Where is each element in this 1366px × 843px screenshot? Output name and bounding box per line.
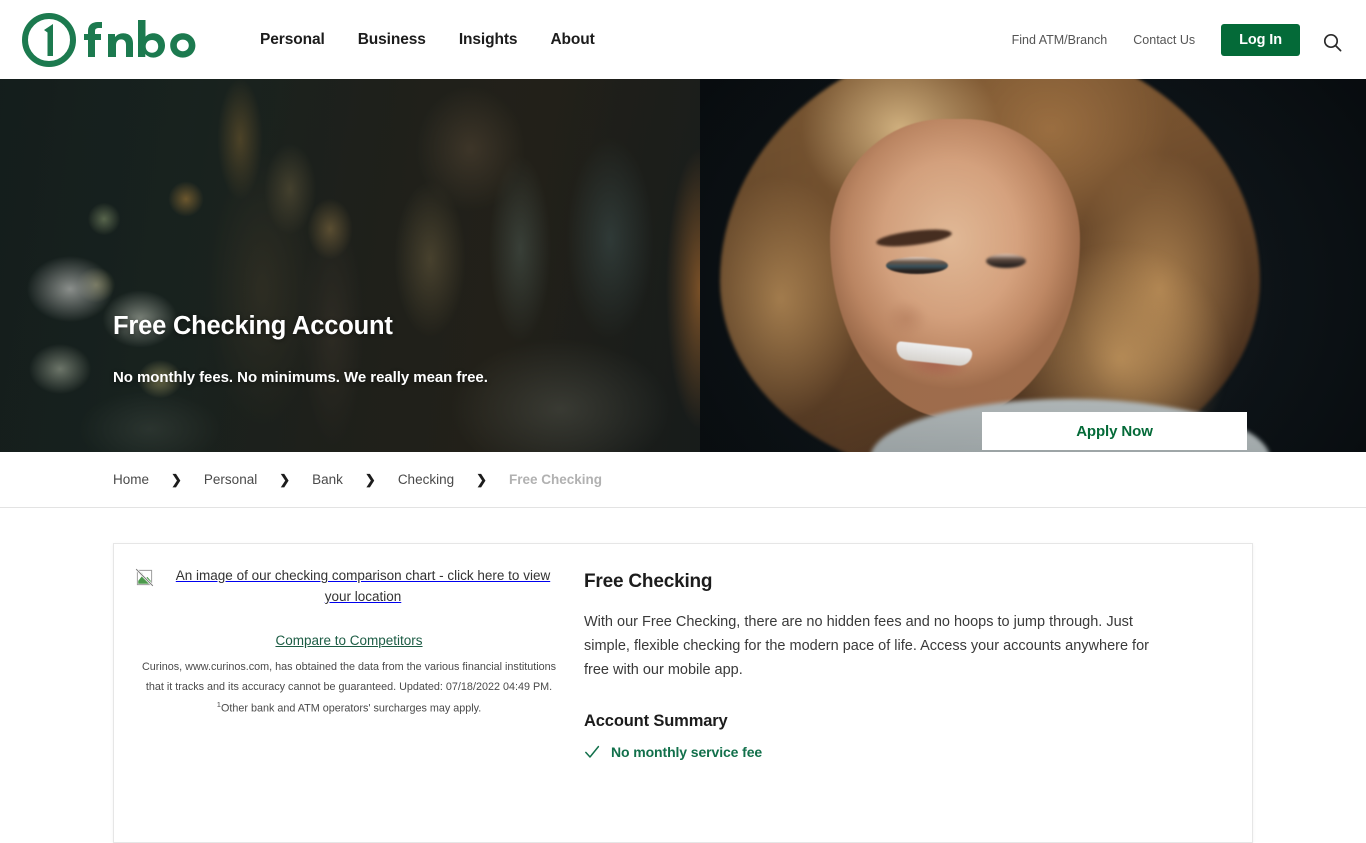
breadcrumb-item-home[interactable]: Home <box>113 472 149 487</box>
hero-copy: Free Checking Account No monthly fees. N… <box>113 311 488 386</box>
log-in-button[interactable]: Log In <box>1221 23 1300 56</box>
account-summary-heading: Account Summary <box>584 712 728 731</box>
site-header: Personal Business Insights About Find AT… <box>0 0 1366 79</box>
product-details-panel: Free Checking With our Free Checking, th… <box>584 544 1252 842</box>
hero-title: Free Checking Account <box>113 312 393 340</box>
list-item: No monthly service fee <box>584 744 1222 760</box>
page-title: Free Checking <box>584 571 713 592</box>
comparison-chart-panel: An image of our checking comparison char… <box>114 544 584 842</box>
comparison-chart-alt-text: An image of our checking comparison char… <box>175 568 551 604</box>
circle-one-logo-icon <box>22 13 196 67</box>
fnbo-logo[interactable] <box>22 12 226 68</box>
disclaimer-text-part2: Other bank and ATM operators' surcharges… <box>220 702 482 715</box>
contact-us-link[interactable]: Contact Us <box>1133 33 1195 47</box>
breadcrumb-separator-icon: ❯ <box>364 472 376 487</box>
breadcrumb-item-personal[interactable]: Personal <box>204 472 257 487</box>
broken-image-icon <box>135 568 154 587</box>
product-card: An image of our checking comparison char… <box>113 543 1253 843</box>
nav-item-about[interactable]: About <box>550 31 594 49</box>
breadcrumb: Home ❯ Personal ❯ Bank ❯ Checking ❯ Free… <box>113 472 602 487</box>
breadcrumb-item-current: Free Checking <box>509 472 603 487</box>
breadcrumb-separator-icon: ❯ <box>476 472 487 487</box>
search-button[interactable] <box>1318 28 1346 56</box>
nav-item-insights[interactable]: Insights <box>459 31 518 49</box>
hero-subtitle: No monthly fees. No minimums. We really … <box>113 368 488 386</box>
nav-item-personal[interactable]: Personal <box>260 31 325 49</box>
account-summary-list: No monthly service fee <box>584 744 1222 760</box>
breadcrumb-bar: Home ❯ Personal ❯ Bank ❯ Checking ❯ Free… <box>0 452 1366 508</box>
disclaimer-text-part1: Curinos, www.curinos.com, has obtained t… <box>141 660 557 693</box>
compare-to-competitors-link[interactable]: Compare to Competitors <box>275 633 422 648</box>
account-summary-item-label: No monthly service fee <box>611 744 763 761</box>
find-atm-branch-link[interactable]: Find ATM/Branch <box>1012 33 1108 47</box>
product-description: With our Free Checking, there are no hid… <box>584 614 1149 679</box>
nav-item-business[interactable]: Business <box>358 31 426 49</box>
breadcrumb-item-bank[interactable]: Bank <box>312 472 343 487</box>
apply-now-button[interactable]: Apply Now <box>982 412 1247 450</box>
breadcrumb-item-checking[interactable]: Checking <box>398 472 454 487</box>
hero-banner: Free Checking Account No monthly fees. N… <box>0 79 1366 452</box>
breadcrumb-separator-icon: ❯ <box>279 472 291 487</box>
hero-overlay <box>0 79 1366 452</box>
utility-navigation: Find ATM/Branch Contact Us Log In <box>1012 0 1300 79</box>
check-icon <box>585 746 600 758</box>
main-navigation: Personal Business Insights About <box>260 0 595 79</box>
search-icon <box>1323 33 1341 51</box>
comparison-chart-image-link[interactable]: An image of our checking comparison char… <box>132 566 566 608</box>
curinos-disclaimer: Curinos, www.curinos.com, has obtained t… <box>132 658 566 720</box>
breadcrumb-separator-icon: ❯ <box>171 472 182 487</box>
